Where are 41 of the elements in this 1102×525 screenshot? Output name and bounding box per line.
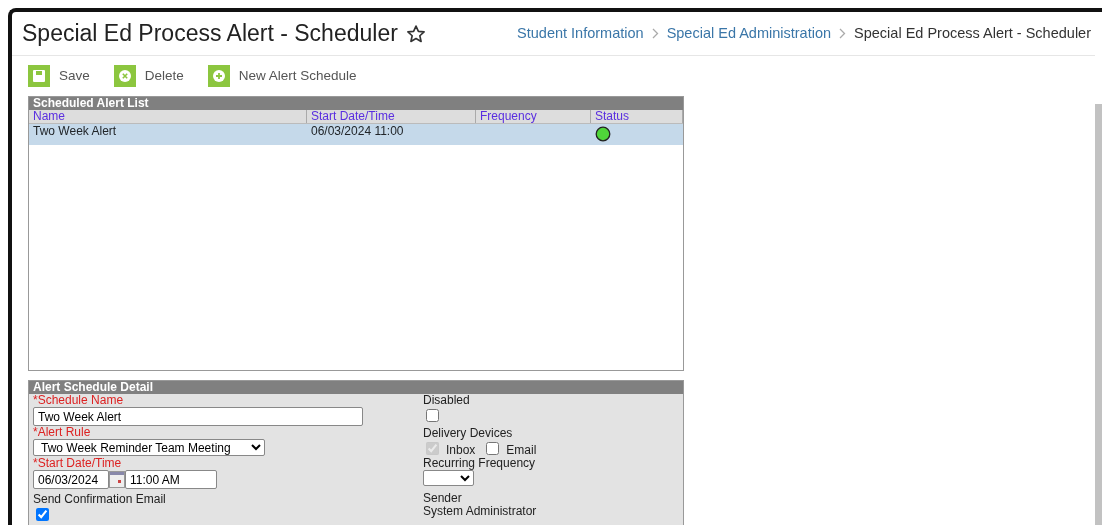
save-icon bbox=[30, 67, 48, 85]
breadcrumb-link[interactable]: Special Ed Administration bbox=[666, 22, 832, 45]
table-cell-text: 06/03/2024 11:00 bbox=[310, 124, 405, 140]
option-label: Email bbox=[506, 444, 537, 457]
checkbox[interactable] bbox=[426, 409, 439, 422]
calendar-icon[interactable] bbox=[109, 471, 125, 488]
option-label: Inbox bbox=[446, 444, 476, 457]
chevron-icon bbox=[839, 28, 847, 39]
field-label: Send Confirmation Email bbox=[33, 493, 167, 506]
field-label: *Schedule Name bbox=[33, 394, 125, 407]
frequency-dropdown[interactable] bbox=[423, 470, 474, 486]
sender-name: System Administrator bbox=[423, 505, 538, 518]
breadcrumb-current: Special Ed Process Alert - Scheduler bbox=[854, 23, 1091, 43]
column-header[interactable]: Status bbox=[591, 110, 683, 123]
panel-title: Scheduled Alert List bbox=[29, 97, 683, 110]
field-label: *Start Date/Time bbox=[33, 457, 123, 470]
rule-dropdown[interactable]: Two Week Reminder Team Meeting bbox=[33, 439, 265, 456]
panel-title: Alert Schedule Detail bbox=[29, 381, 683, 394]
page-title: Special Ed Process Alert - Scheduler bbox=[22, 19, 398, 49]
time-field[interactable]: 11:00 AM bbox=[125, 470, 217, 489]
field-label: *Alert Rule bbox=[33, 426, 92, 439]
table-cell-text: Two Week Alert bbox=[32, 124, 118, 140]
column-header[interactable]: Start Date/Time bbox=[307, 110, 476, 123]
scrollbar[interactable] bbox=[1095, 104, 1102, 525]
save-button[interactable]: Save bbox=[28, 65, 90, 87]
checkbox[interactable] bbox=[486, 442, 500, 455]
new-button[interactable]: New Alert Schedule bbox=[207, 65, 357, 87]
column-header[interactable]: Name bbox=[29, 110, 307, 123]
input-field[interactable]: Two Week Alert bbox=[33, 407, 363, 426]
checkbox[interactable] bbox=[36, 508, 49, 521]
field-label: Delivery Devices bbox=[423, 427, 514, 440]
chevron-icon bbox=[651, 28, 659, 39]
star-icon[interactable] bbox=[405, 23, 426, 44]
column-header[interactable]: Frequency bbox=[476, 110, 591, 123]
field-label: Disabled bbox=[423, 394, 471, 407]
delete-button[interactable]: Delete bbox=[113, 65, 184, 87]
date-field[interactable]: 06/03/2024 bbox=[33, 470, 109, 489]
table-row[interactable]: Two Week Alert 06/03/2024 11:00 bbox=[29, 124, 683, 145]
field-label: Recurring Frequency bbox=[423, 457, 537, 470]
field-label: Sender bbox=[423, 492, 463, 505]
breadcrumb-link[interactable]: Student Information bbox=[517, 22, 644, 45]
